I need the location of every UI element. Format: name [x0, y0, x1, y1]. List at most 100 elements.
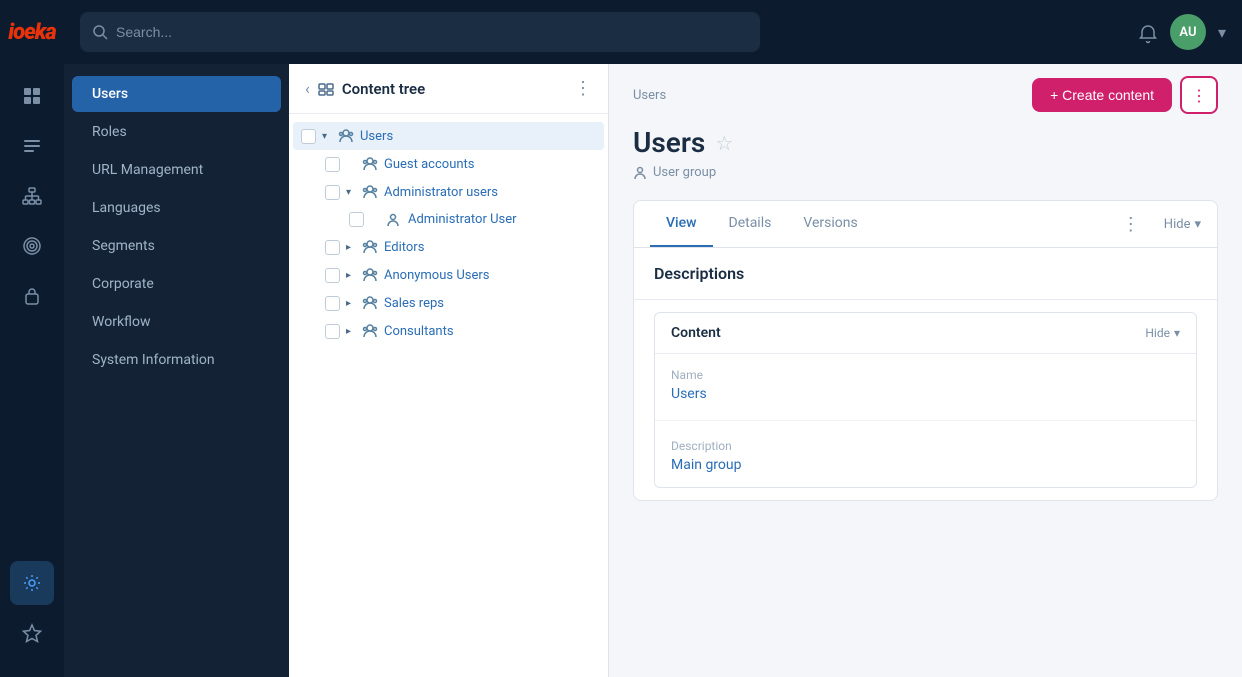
tree-body: ▾ Users ▸ — [289, 114, 608, 677]
tree-node-icon-consultants — [362, 323, 380, 339]
tree-node-editors[interactable]: ▸ Editors — [293, 233, 604, 261]
field-name-group: Name Users — [655, 354, 1196, 416]
tree-label-guest: Guest accounts — [384, 157, 596, 172]
sidebar-item-workflow[interactable]: Workflow — [72, 304, 281, 340]
user-group-icon — [633, 166, 647, 180]
detail-more-button[interactable]: ⋮ — [1180, 76, 1218, 114]
name-value: Users — [671, 386, 1180, 402]
content-section-header: Content Hide ▾ — [655, 313, 1196, 354]
descriptions-title: Descriptions — [654, 264, 1197, 283]
breadcrumb: Users — [633, 88, 666, 103]
tree-node-anonymous-users[interactable]: ▸ Anonymous Users — [293, 261, 604, 289]
tree-title-icon — [318, 81, 334, 97]
icon-sidebar: ioeka — [0, 0, 64, 677]
tree-node-administrator-users[interactable]: ▾ Administrator users — [293, 178, 604, 206]
tree-node-consultants[interactable]: ▸ Consultants — [293, 317, 604, 345]
tree-more-icon[interactable]: ⋮ — [574, 78, 592, 99]
sidebar-item-system-information[interactable]: System Information — [72, 342, 281, 378]
content-area: Users Roles URL Management Languages Seg… — [64, 64, 1242, 677]
tab-view[interactable]: View — [650, 201, 713, 247]
sidebar-item-corporate[interactable]: Corporate — [72, 266, 281, 302]
nav-icon-permissions[interactable] — [10, 274, 54, 318]
tree-expand-consultants[interactable]: ▸ — [346, 326, 362, 337]
nav-icon-structure[interactable] — [10, 174, 54, 218]
tree-label-users: Users — [360, 129, 596, 144]
tree-node-sales-reps[interactable]: ▸ Sales reps — [293, 289, 604, 317]
content-section-title: Content — [671, 325, 1145, 341]
avatar[interactable]: AU — [1170, 14, 1206, 50]
tree-checkbox-admin-user[interactable] — [349, 212, 364, 227]
tree-checkbox-admin-users[interactable] — [325, 185, 340, 200]
tree-label-consultants: Consultants — [384, 324, 596, 339]
description-value: Main group — [671, 457, 1180, 473]
tree-expand-users[interactable]: ▾ — [322, 131, 338, 142]
tab-details[interactable]: Details — [713, 201, 788, 247]
tree-collapse-icon[interactable]: ‹ — [305, 79, 310, 98]
tree-label-sales: Sales reps — [384, 296, 596, 311]
avatar-dropdown-icon[interactable]: ▾ — [1218, 23, 1226, 42]
create-content-button[interactable]: + Create content — [1032, 78, 1172, 112]
tree-node-icon-admin-users — [362, 184, 380, 200]
detail-tabs: View Details Versions ⋮ Hide ▾ — [633, 200, 1218, 247]
tree-checkbox-guest[interactable] — [325, 157, 340, 172]
notification-bell-icon[interactable] — [1138, 20, 1158, 44]
tree-checkbox-consultants[interactable] — [325, 324, 340, 339]
detail-subtitle: User group — [633, 165, 1218, 180]
tab-hide-button[interactable]: Hide ▾ — [1164, 217, 1201, 232]
header-right: AU ▾ — [1138, 14, 1226, 50]
search-icon — [92, 24, 108, 40]
search-input[interactable] — [116, 24, 748, 40]
tree-checkbox-editors[interactable] — [325, 240, 340, 255]
tree-node-users[interactable]: ▾ Users — [293, 122, 604, 150]
nav-icon-favorites[interactable] — [10, 611, 54, 655]
tree-panel: ‹ Content tree ⋮ — [289, 64, 609, 677]
tree-expand-anonymous[interactable]: ▸ — [346, 270, 362, 281]
tree-node-icon-users — [338, 128, 356, 144]
tree-header: ‹ Content tree ⋮ — [289, 64, 608, 114]
tree-label-admin-user: Administrator User — [408, 212, 596, 227]
nav-icon-settings[interactable] — [10, 561, 54, 605]
tree-node-icon-guest — [362, 156, 380, 172]
tree-checkbox-users[interactable] — [301, 129, 316, 144]
left-nav: Users Roles URL Management Languages Seg… — [64, 64, 289, 677]
sidebar-item-url-management[interactable]: URL Management — [72, 152, 281, 188]
sidebar-item-segments[interactable]: Segments — [72, 228, 281, 264]
nav-icon-content[interactable] — [10, 124, 54, 168]
descriptions-section-header: Descriptions — [634, 248, 1217, 300]
nav-icon-dashboard[interactable] — [10, 74, 54, 118]
tree-node-icon-editors — [362, 239, 380, 255]
detail-title-row: Users ☆ — [633, 126, 1218, 159]
sidebar-item-users[interactable]: Users — [72, 76, 281, 112]
detail-panel: Users + Create content ⋮ Users ☆ — [609, 64, 1242, 677]
tree-expand-sales[interactable]: ▸ — [346, 298, 362, 309]
tree-label-anonymous: Anonymous Users — [384, 268, 596, 283]
tree-node-icon-admin-user — [386, 212, 404, 227]
detail-body: Descriptions Content Hide ▾ — [633, 247, 1218, 501]
sidebar-item-languages[interactable]: Languages — [72, 190, 281, 226]
content-section-hide-button[interactable]: Hide ▾ — [1145, 326, 1180, 340]
tab-more-icon[interactable]: ⋮ — [1122, 214, 1140, 235]
search-bar[interactable] — [80, 12, 760, 52]
detail-title: Users — [633, 126, 705, 159]
name-label: Name — [671, 368, 1180, 382]
tab-versions[interactable]: Versions — [787, 201, 873, 247]
tree-expand-editors[interactable]: ▸ — [346, 242, 362, 253]
content-section: Content Hide ▾ Name Users — [654, 312, 1197, 488]
tree-label-editors: Editors — [384, 240, 596, 255]
field-description-group: Description Main group — [655, 425, 1196, 487]
main-area: AU ▾ Users Roles URL Management Language… — [64, 0, 1242, 677]
nav-icon-marketing[interactable] — [10, 224, 54, 268]
icon-nav — [0, 64, 64, 561]
sidebar-item-roles[interactable]: Roles — [72, 114, 281, 150]
tree-checkbox-anonymous[interactable] — [325, 268, 340, 283]
logo-text: ioeka — [8, 20, 56, 45]
favorite-star-icon[interactable]: ☆ — [715, 131, 733, 155]
description-label: Description — [671, 439, 1180, 453]
tree-node-administrator-user[interactable]: ▸ Administrator User — [293, 206, 604, 233]
tree-expand-admin-users[interactable]: ▾ — [346, 187, 362, 198]
top-header: AU ▾ — [64, 0, 1242, 64]
tree-node-icon-sales — [362, 295, 380, 311]
tree-node-guest-accounts[interactable]: ▸ Guest accounts — [293, 150, 604, 178]
tree-checkbox-sales[interactable] — [325, 296, 340, 311]
icon-nav-bottom — [10, 561, 54, 677]
